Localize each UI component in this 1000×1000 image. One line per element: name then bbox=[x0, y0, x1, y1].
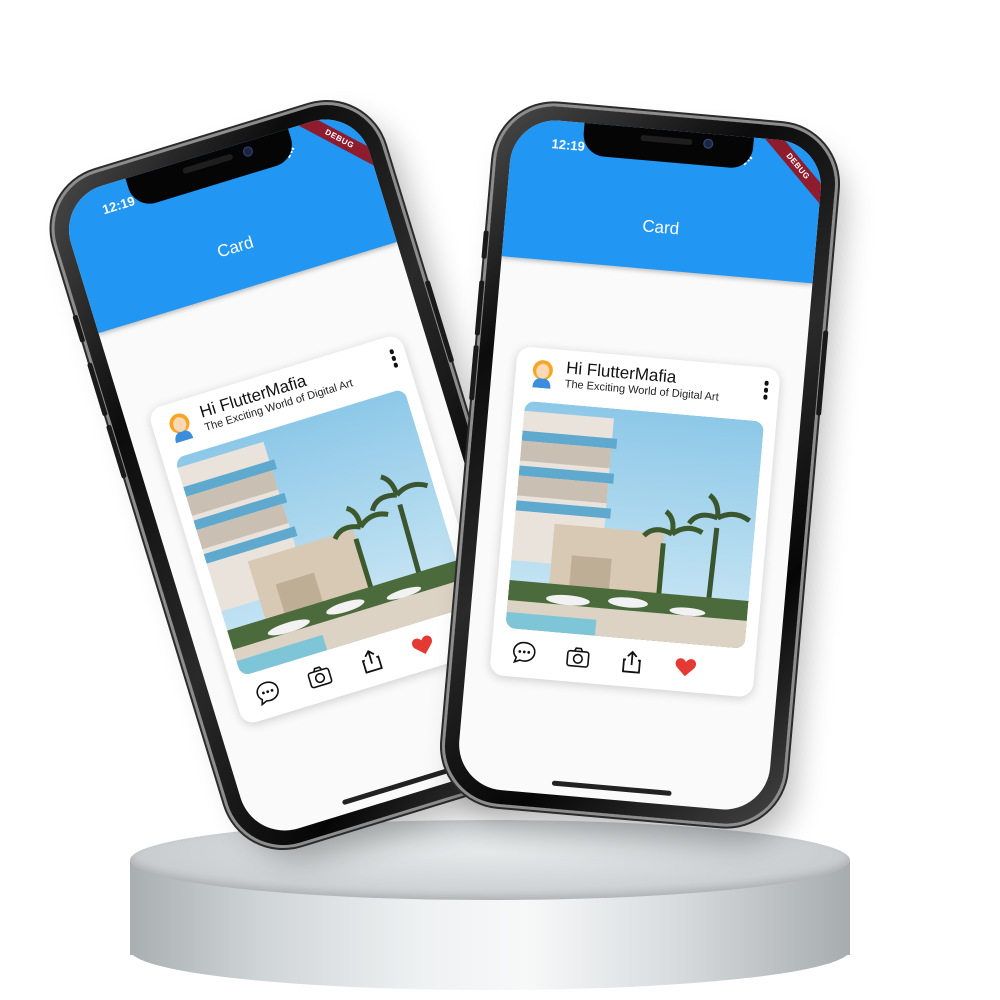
notch bbox=[124, 126, 298, 210]
comment-icon[interactable] bbox=[510, 639, 538, 667]
post-card[interactable]: Hi FlutterMafia The Exciting World of Di… bbox=[147, 333, 497, 726]
share-icon[interactable] bbox=[355, 645, 387, 677]
status-time: 12:19 bbox=[100, 193, 137, 218]
volume-down-button bbox=[105, 424, 127, 479]
speaker-grille bbox=[640, 134, 693, 146]
debug-banner: DEBUG bbox=[278, 108, 401, 176]
volume-up-button bbox=[86, 362, 108, 417]
debug-banner: DEBUG bbox=[750, 116, 825, 221]
pedestal bbox=[130, 820, 850, 990]
phone-screen: 12:19 DEBUG Card Hi FlutterMafia The Exc… bbox=[455, 116, 825, 814]
post-card[interactable]: Hi FlutterMafia The Exciting World of Di… bbox=[489, 345, 781, 698]
more-vertical-icon[interactable] bbox=[762, 379, 770, 401]
camera-icon[interactable] bbox=[564, 643, 592, 671]
app-bar: 12:19 DEBUG Card bbox=[501, 116, 825, 284]
phone-mockup-right: 12:19 DEBUG Card Hi FlutterMafia The Exc… bbox=[440, 101, 840, 829]
card-image bbox=[505, 400, 765, 649]
comment-icon[interactable] bbox=[252, 676, 284, 708]
power-button bbox=[816, 330, 829, 416]
speaker-grille bbox=[182, 153, 234, 175]
volume-up-button bbox=[474, 280, 485, 336]
status-time: 12:19 bbox=[551, 136, 586, 154]
pedestal-top bbox=[130, 820, 850, 900]
app-bar: 12:19 DEBUG Card bbox=[57, 108, 401, 334]
notch bbox=[581, 120, 755, 170]
volume-down-button bbox=[469, 345, 479, 401]
mute-switch bbox=[72, 314, 86, 343]
more-vertical-icon[interactable] bbox=[388, 348, 400, 371]
home-indicator bbox=[341, 765, 458, 806]
appbar-title: Card bbox=[641, 216, 680, 239]
front-camera bbox=[241, 145, 255, 158]
heart-icon[interactable] bbox=[407, 629, 439, 661]
share-icon[interactable] bbox=[618, 648, 646, 676]
heart-icon[interactable] bbox=[672, 653, 700, 681]
avatar-icon bbox=[532, 360, 553, 389]
avatar-icon bbox=[169, 413, 194, 444]
home-indicator bbox=[551, 780, 672, 796]
camera-icon[interactable] bbox=[303, 660, 335, 692]
mute-switch bbox=[481, 230, 489, 259]
front-camera bbox=[702, 138, 714, 150]
